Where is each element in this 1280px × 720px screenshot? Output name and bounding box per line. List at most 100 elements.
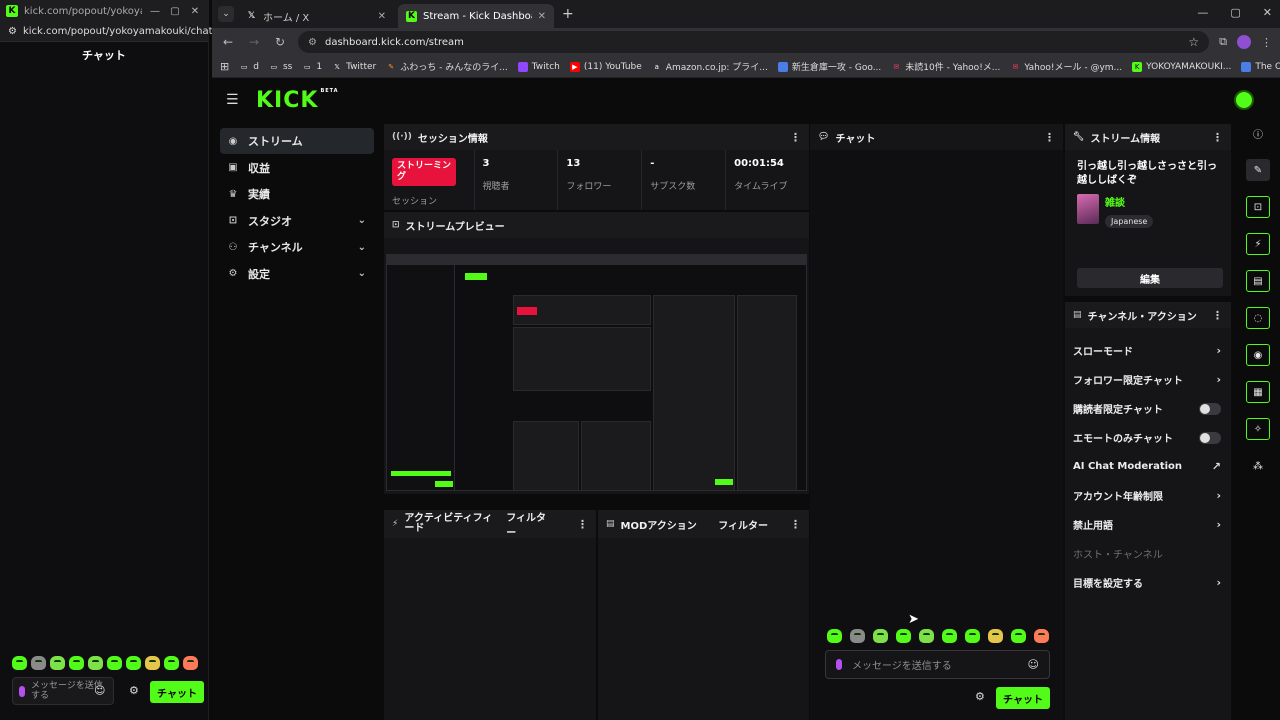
back-icon[interactable]: ← (220, 35, 236, 49)
tab-search-icon[interactable]: ⌄ (218, 6, 234, 22)
close-icon[interactable]: ✕ (188, 6, 202, 17)
edit-stream-button[interactable]: 編集 (1077, 268, 1223, 288)
chat-bubble-icon[interactable]: ◌ (1246, 307, 1270, 329)
emote-icon[interactable] (164, 656, 179, 670)
kebab-menu-icon[interactable]: ⋮ (1212, 131, 1223, 144)
emote-icon[interactable] (850, 629, 865, 643)
emote-icon[interactable] (942, 629, 957, 643)
sidebar-item-stream[interactable]: ◉ ストリーム (220, 128, 374, 154)
address-bar[interactable]: ⚙ dashboard.kick.com/stream ☆ (298, 31, 1210, 53)
sidebar-item-revenue[interactable]: ▣ 収益 (220, 155, 374, 181)
bookmark-youtube[interactable]: ▶ (11) YouTube (569, 61, 642, 72)
action-account-age[interactable]: アカウント年齢制限 › (1065, 481, 1231, 510)
emote-icon[interactable] (873, 629, 888, 643)
close-tab-icon[interactable]: ✕ (538, 11, 546, 22)
bookmark-old-realms[interactable]: The Old Realms Ma... (1241, 61, 1280, 72)
popout-send-button[interactable]: チャット (150, 681, 204, 703)
emote-icon[interactable] (88, 656, 103, 670)
kebab-menu-icon[interactable]: ⋮ (1212, 309, 1223, 322)
document-icon[interactable]: ▤ (1246, 270, 1270, 292)
emote-icon[interactable] (31, 656, 46, 670)
tab-kick-dashboard[interactable]: K Stream - Kick Dashboard ✕ (398, 4, 554, 28)
action-banned-words[interactable]: 禁止用語 › (1065, 510, 1231, 539)
kebab-menu-icon[interactable]: ⋮ (790, 518, 801, 531)
bookmark-google-docs[interactable]: 新生倉庫一攻 - Goo... (777, 60, 881, 73)
site-settings-icon[interactable]: ⚙ (8, 26, 17, 37)
bookmark-star-icon[interactable]: ☆ (1188, 35, 1199, 49)
apps-grid-icon[interactable]: ⊞ (220, 60, 229, 73)
minimize-icon[interactable]: — (148, 6, 162, 17)
close-icon[interactable]: ✕ (1263, 6, 1272, 19)
chat-message-input[interactable]: メッセージを送信する ☺ (825, 650, 1050, 679)
bookmark-folder-ss[interactable]: ▭ ss (269, 62, 293, 72)
reload-icon[interactable]: ↻ (272, 35, 288, 49)
info-icon[interactable]: ⓘ (1246, 122, 1270, 144)
emote-icon[interactable] (896, 629, 911, 643)
emote-icon[interactable] (183, 656, 198, 670)
emote-icon[interactable] (126, 656, 141, 670)
kebab-menu-icon[interactable]: ⋮ (1044, 131, 1055, 144)
emoji-picker-icon[interactable]: ☺ (1028, 658, 1039, 671)
emote-icon[interactable] (1011, 629, 1026, 643)
sidebar-item-settings[interactable]: ⚙ 設定 ⌄ (220, 261, 374, 287)
wrench-icon[interactable]: ✧ (1246, 418, 1270, 440)
category-name[interactable]: 雑談 (1105, 194, 1153, 209)
lightning-icon[interactable]: ⚡ (1246, 233, 1270, 255)
bookmark-amazon[interactable]: a Amazon.co.jp: プライ... (652, 60, 768, 74)
broadcast-icon[interactable]: ◉ (1246, 344, 1270, 366)
filter-button[interactable]: フィルター (506, 509, 555, 539)
kebab-menu-icon[interactable]: ⋮ (577, 518, 588, 531)
action-followers-only[interactable]: フォロワー限定チャット › (1065, 365, 1231, 394)
kebab-menu-icon[interactable]: ⋮ (790, 131, 801, 144)
bookmark-folder-1[interactable]: ▭ 1 (302, 62, 322, 72)
filter-button[interactable]: フィルター (718, 517, 768, 532)
emote-icon[interactable] (827, 629, 842, 643)
kick-logo[interactable]: KICK BETA (256, 88, 339, 113)
emote-icon[interactable] (988, 629, 1003, 643)
tab-x-home[interactable]: 𝕏 ホーム / X ✕ (238, 4, 394, 28)
edit-icon[interactable]: ✎ (1246, 159, 1270, 181)
emote-icon[interactable] (965, 629, 980, 643)
chat-settings-icon[interactable]: ⚙ (129, 684, 139, 697)
user-avatar[interactable] (1234, 90, 1254, 110)
bookmark-twitter[interactable]: 𝕏 Twitter (332, 62, 376, 72)
new-tab-icon[interactable]: + (562, 6, 574, 22)
maximize-icon[interactable]: ▢ (168, 6, 182, 17)
chat-settings-icon[interactable]: ⚙ (975, 690, 985, 703)
profile-avatar-icon[interactable] (1237, 35, 1251, 49)
site-info-icon[interactable]: ⚙ (308, 37, 317, 48)
emote-icon[interactable] (50, 656, 65, 670)
sidebar-item-studio[interactable]: ⊡ スタジオ ⌄ (220, 208, 374, 234)
hamburger-menu-icon[interactable]: ☰ (226, 92, 242, 108)
emote-icon[interactable] (12, 656, 27, 670)
apps-icon[interactable]: ⁂ (1246, 455, 1270, 477)
emotes-only-toggle[interactable] (1199, 431, 1221, 444)
stream-preview-video[interactable] (386, 254, 807, 491)
studio-icon[interactable]: ⊡ (1246, 196, 1270, 218)
close-tab-icon[interactable]: ✕ (378, 11, 386, 22)
emote-icon[interactable] (919, 629, 934, 643)
maximize-icon[interactable]: ▢ (1230, 6, 1240, 19)
minimize-icon[interactable]: — (1197, 6, 1208, 19)
emote-icon[interactable] (145, 656, 160, 670)
subscribers-only-toggle[interactable] (1199, 402, 1221, 415)
microphone-icon[interactable] (19, 685, 25, 697)
emote-icon[interactable] (107, 656, 122, 670)
bookmark-kick-channel[interactable]: K YOKOYAMAKOUKI... (1132, 61, 1231, 72)
forward-icon[interactable]: → (246, 35, 262, 49)
emote-icon[interactable] (69, 656, 84, 670)
extensions-icon[interactable]: ⧉ (1219, 35, 1227, 49)
bookmark-yahoo-mail-2[interactable]: ✉ Yahoo!メール - @ym... (1010, 60, 1122, 74)
browser-menu-icon[interactable]: ⋮ (1261, 36, 1272, 49)
bookmark-fuwacchi[interactable]: ✎ ふわっち - みんなのライ... (386, 60, 508, 74)
emoji-picker-icon[interactable]: ☺ (94, 684, 105, 697)
action-slow-mode[interactable]: スローモード › (1065, 336, 1231, 365)
bookmark-twitch[interactable]: Twitch (517, 61, 560, 72)
bookmark-folder-d[interactable]: ▭ d (239, 62, 259, 72)
sidebar-item-channel[interactable]: ⚇ チャンネル ⌄ (220, 234, 374, 260)
channel-actions-icon[interactable]: ▦ (1246, 381, 1270, 403)
sidebar-item-achievements[interactable]: ♛ 実績 (220, 181, 374, 207)
action-set-goal[interactable]: 目標を設定する › (1065, 568, 1231, 597)
microphone-icon[interactable] (836, 659, 842, 670)
action-ai-moderation[interactable]: AI Chat Moderation ↗ (1065, 452, 1231, 481)
